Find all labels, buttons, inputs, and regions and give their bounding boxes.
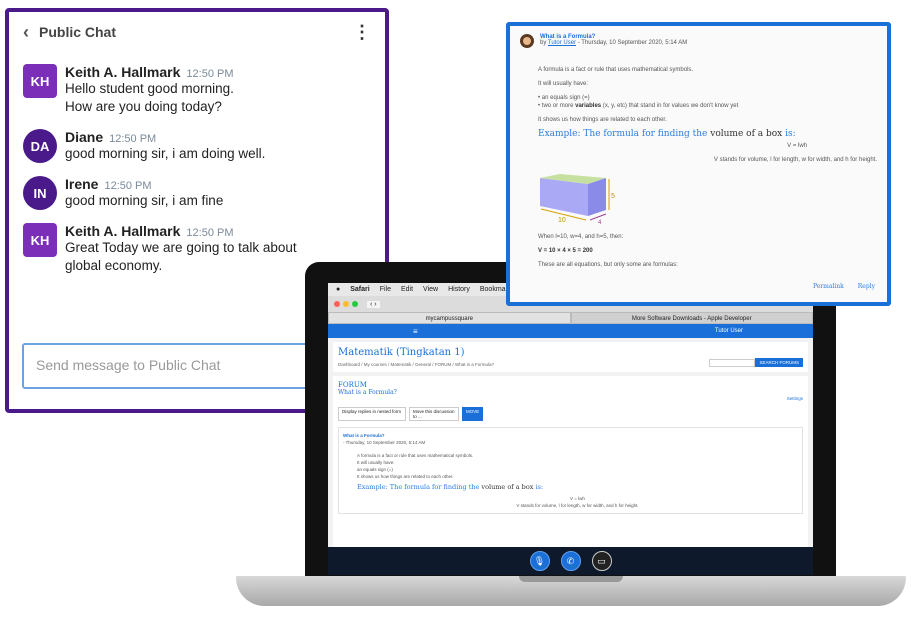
avatar: DA	[23, 129, 57, 163]
call-controls: 🎙 ✆ ▭	[328, 547, 813, 575]
post-paragraph: It will usually have:	[357, 460, 395, 465]
back-forward-buttons[interactable]: ‹ ›	[367, 300, 380, 308]
avatar: IN	[23, 176, 57, 210]
post-paragraph: These are all equations, but only some a…	[538, 262, 678, 268]
more-options-icon[interactable]: ⋮	[353, 22, 371, 43]
chat-message: KH Keith A. Hallmark 12:50 PM Hello stude…	[9, 64, 385, 116]
calculation: V = 10 × 4 × 5 = 200	[538, 248, 593, 254]
message-text: Hello student good morning.	[65, 81, 234, 96]
menu-safari[interactable]: Safari	[350, 286, 369, 293]
reply-link[interactable]: Reply	[858, 283, 875, 290]
tutor-avatar	[520, 34, 534, 48]
post-paragraph: A formula is a fact or rule that uses ma…	[538, 67, 694, 73]
post-bullet: • two or more variables (x, y, etc) that…	[538, 103, 739, 109]
post-bullet: • an equals sign (=)	[538, 95, 590, 101]
close-window-icon[interactable]	[334, 301, 340, 307]
move-discussion-select[interactable]: Move this discussion to ...	[409, 407, 459, 421]
forum-search-input[interactable]	[709, 358, 756, 367]
sender-name: Irene	[65, 176, 99, 192]
menu-file[interactable]: File	[380, 286, 391, 293]
microphone-icon[interactable]: 🎙	[529, 551, 550, 571]
post-paragraph: It will usually have:	[538, 81, 589, 87]
message-text: good morning sir, i am fine	[65, 193, 224, 208]
post-date: - Thursday, 10 September 2020, 5:14 AM	[343, 440, 426, 445]
message-time: 12:50 PM	[104, 180, 152, 192]
permalink-link[interactable]: Permalink	[813, 283, 844, 290]
by-label: by	[540, 40, 547, 46]
formula: V = lwh	[787, 143, 807, 149]
message-text: Great Today we are going to talk about	[65, 240, 297, 255]
site-navbar: ≡ Tutor User	[328, 324, 813, 338]
example-heading-mid: volume of a box	[479, 483, 536, 491]
phone-icon[interactable]: ✆	[560, 551, 581, 571]
example-heading-end: is:	[535, 483, 544, 491]
forum-heading[interactable]: FORUM	[338, 381, 803, 389]
message-text: How are you doing today?	[65, 99, 222, 114]
menu-view[interactable]: View	[423, 286, 438, 293]
box-diagram: 10 5 4	[540, 174, 615, 226]
course-title: Matematik (Tingkatan 1)	[338, 347, 465, 358]
chat-message: IN Irene 12:50 PM good morning sir, i am …	[9, 176, 385, 210]
post-bullet: an equals sign (=)	[357, 467, 393, 472]
apple-icon: ●	[336, 286, 341, 293]
chat-title: Public Chat	[39, 24, 117, 40]
post-date: - Thursday, 10 September 2020, 5:14 AM	[577, 40, 688, 46]
maximize-window-icon[interactable]	[352, 301, 358, 307]
height-label: 5	[611, 193, 615, 200]
forum-post-preview: What is a Formula? - Thursday, 10 Septem…	[338, 427, 803, 514]
hamburger-menu-icon[interactable]: ≡	[413, 327, 418, 336]
post-paragraph: It shows us how things are related to ea…	[357, 474, 454, 479]
message-time: 12:50 PM	[186, 227, 234, 239]
course-header: Matematik (Tingkatan 1) Dashboard / My c…	[333, 342, 808, 372]
post-title[interactable]: What is a Formula?	[343, 432, 798, 439]
example-heading: Example: The formula for finding the	[357, 483, 480, 491]
sender-name: Keith A. Hallmark	[65, 64, 181, 80]
post-paragraph: It shows us how things are related to ea…	[538, 117, 667, 123]
sender-name: Diane	[65, 129, 104, 145]
screen-share-icon[interactable]: ▭	[591, 551, 612, 571]
message-text: good morning sir, i am doing well.	[65, 146, 266, 161]
formula: V = lwh	[570, 496, 585, 501]
post-paragraph: When l=10, w=4, and h=5, then:	[538, 234, 624, 240]
sender-name: Keith A. Hallmark	[65, 223, 181, 239]
search-forums-button[interactable]: SEARCH FORUMS	[755, 358, 803, 367]
display-mode-select[interactable]: Display replies in nested form	[338, 407, 406, 421]
browser-tabs: mycampussquare More Software Downloads -…	[328, 312, 813, 324]
message-time: 12:50 PM	[109, 133, 157, 145]
author-link[interactable]: Tutor User	[548, 40, 576, 46]
chat-message: DA Diane 12:50 PM good morning sir, i am …	[9, 129, 385, 163]
move-button[interactable]: MOVE	[462, 407, 484, 421]
forum-post-popup: What is a Formula? by Tutor User - Thurs…	[506, 22, 891, 306]
width-label: 4	[598, 220, 602, 226]
laptop: ● Safari File Edit View History Bookmark…	[236, 262, 906, 614]
formula-legend: V stands for volume, l for length, w for…	[516, 503, 639, 508]
discussion-heading: What is a Formula?	[338, 389, 397, 396]
menu-edit[interactable]: Edit	[401, 286, 413, 293]
chat-header: ‹ Public Chat ⋮	[9, 12, 385, 52]
post-paragraph: A formula is a fact or rule that uses ma…	[357, 453, 474, 458]
post-body: A formula is a fact or rule that uses ma…	[538, 66, 877, 269]
breadcrumb[interactable]: Dashboard / My courses / Matematik / Gen…	[338, 362, 494, 367]
message-time: 12:50 PM	[186, 68, 234, 80]
avatar: KH	[23, 223, 57, 257]
user-menu[interactable]: Tutor User	[715, 328, 743, 334]
avatar: KH	[23, 64, 57, 98]
minimize-window-icon[interactable]	[343, 301, 349, 307]
formula-legend: V stands for volume, l for length, w for…	[713, 157, 877, 163]
example-heading: Example: The formula for finding the	[538, 129, 708, 139]
menu-history[interactable]: History	[448, 286, 470, 293]
forum-card: FORUM What is a Formula? Settings Displa…	[333, 376, 808, 575]
example-heading-end: is:	[785, 129, 796, 139]
example-heading-mid: volume of a box	[707, 129, 786, 139]
tab-apple-developer[interactable]: More Software Downloads - Apple Develope…	[570, 312, 813, 324]
laptop-screen: ● Safari File Edit View History Bookmark…	[328, 283, 813, 575]
length-label: 10	[558, 217, 566, 224]
back-chevron-icon[interactable]: ‹	[23, 22, 29, 43]
tab-mycampussquare[interactable]: mycampussquare	[328, 312, 571, 324]
settings-menu[interactable]: Settings	[338, 396, 803, 401]
